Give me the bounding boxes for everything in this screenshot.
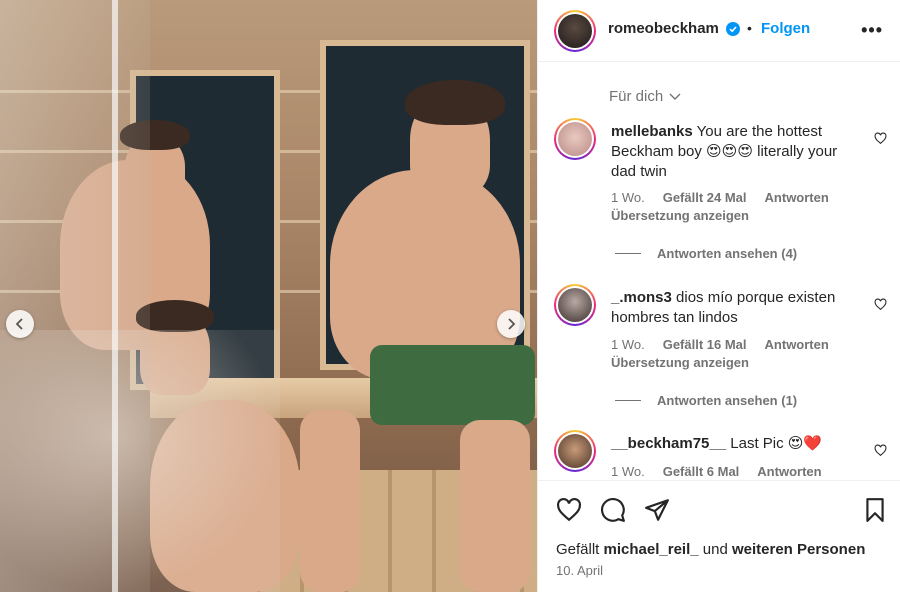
comment-meta: 1 Wo. Gefällt 16 Mal Antworten (611, 337, 829, 352)
comment-reply-button[interactable]: Antworten (765, 337, 829, 352)
comment-time: 1 Wo. (611, 464, 645, 479)
comment-text: _.mons3 dios mío porque existen hombres … (611, 288, 866, 328)
post-photo[interactable] (0, 0, 537, 592)
commenter-avatar[interactable] (554, 284, 596, 326)
next-photo-button[interactable] (497, 310, 525, 338)
comment-text: __beckham75__ Last Pic 😍❤️ (611, 434, 866, 454)
post-header: romeobeckham • Folgen ••• (538, 0, 900, 62)
chevron-left-icon (15, 318, 23, 330)
author-username[interactable]: romeobeckham (608, 20, 719, 37)
verified-badge-icon (726, 22, 740, 36)
view-replies-button[interactable]: Antworten ansehen (1) (615, 393, 797, 408)
comment-time: 1 Wo. (611, 337, 645, 352)
view-replies-label: Antworten ansehen (1) (657, 393, 798, 408)
comment-like-heart-icon[interactable] (874, 298, 887, 311)
view-replies-button[interactable]: Antworten ansehen (4) (615, 246, 797, 261)
comment-like-heart-icon[interactable] (874, 444, 887, 457)
comment-like-heart-icon[interactable] (874, 132, 887, 145)
commenter-avatar[interactable] (554, 430, 596, 472)
more-options-button[interactable]: ••• (861, 20, 883, 41)
comment-likes[interactable]: Gefällt 16 Mal (663, 337, 747, 352)
author-avatar[interactable] (554, 10, 596, 52)
likes-middle: und (702, 541, 728, 558)
comment-reply-button[interactable]: Antworten (757, 464, 821, 479)
bookmark-icon[interactable] (862, 497, 888, 523)
previous-photo-button[interactable] (6, 310, 34, 338)
comment-meta: 1 Wo. Gefällt 24 Mal Antworten (611, 190, 829, 205)
comment-body: Last Pic 😍❤️ (730, 435, 823, 452)
commenter-avatar[interactable] (554, 118, 596, 160)
comment-username[interactable]: _.mons3 (611, 289, 672, 306)
translate-button[interactable]: Übersetzung anzeigen (611, 355, 749, 370)
comment-time: 1 Wo. (611, 190, 645, 205)
chevron-right-icon (508, 318, 516, 330)
comment-username[interactable]: __beckham75__ (611, 435, 726, 452)
heart-icon[interactable] (556, 497, 582, 523)
comments-sort-dropdown[interactable]: Für dich (609, 88, 681, 105)
paper-plane-icon[interactable] (644, 497, 670, 523)
likes-summary: Gefällt michael_reil_ und weiteren Perso… (556, 541, 865, 558)
chevron-down-icon (669, 93, 681, 100)
translate-button[interactable]: Übersetzung anzeigen (611, 208, 749, 223)
likes-others-link[interactable]: weiteren Personen (732, 541, 865, 558)
comment-likes[interactable]: Gefällt 24 Mal (663, 190, 747, 205)
post-date: 10. April (556, 563, 603, 578)
view-replies-label: Antworten ansehen (4) (657, 246, 798, 261)
separator-dot: • (747, 20, 752, 36)
post-sidebar: romeobeckham • Folgen ••• Für dich melle… (537, 0, 900, 592)
likes-user-link[interactable]: michael_reil_ (604, 541, 699, 558)
comment-meta: 1 Wo. Gefällt 6 Mal Antworten (611, 464, 822, 479)
comments-sort-label: Für dich (609, 88, 664, 105)
likes-prefix: Gefällt (556, 541, 600, 558)
comment-text: mellebanks You are the hottest Beckham b… (611, 122, 866, 182)
follow-button[interactable]: Folgen (761, 20, 810, 37)
comment-username[interactable]: mellebanks (611, 123, 693, 140)
comment-likes[interactable]: Gefällt 6 Mal (663, 464, 740, 479)
comment-reply-button[interactable]: Antworten (765, 190, 829, 205)
post-actions: Gefällt michael_reil_ und weiteren Perso… (538, 480, 900, 592)
comment-icon[interactable] (600, 497, 626, 523)
